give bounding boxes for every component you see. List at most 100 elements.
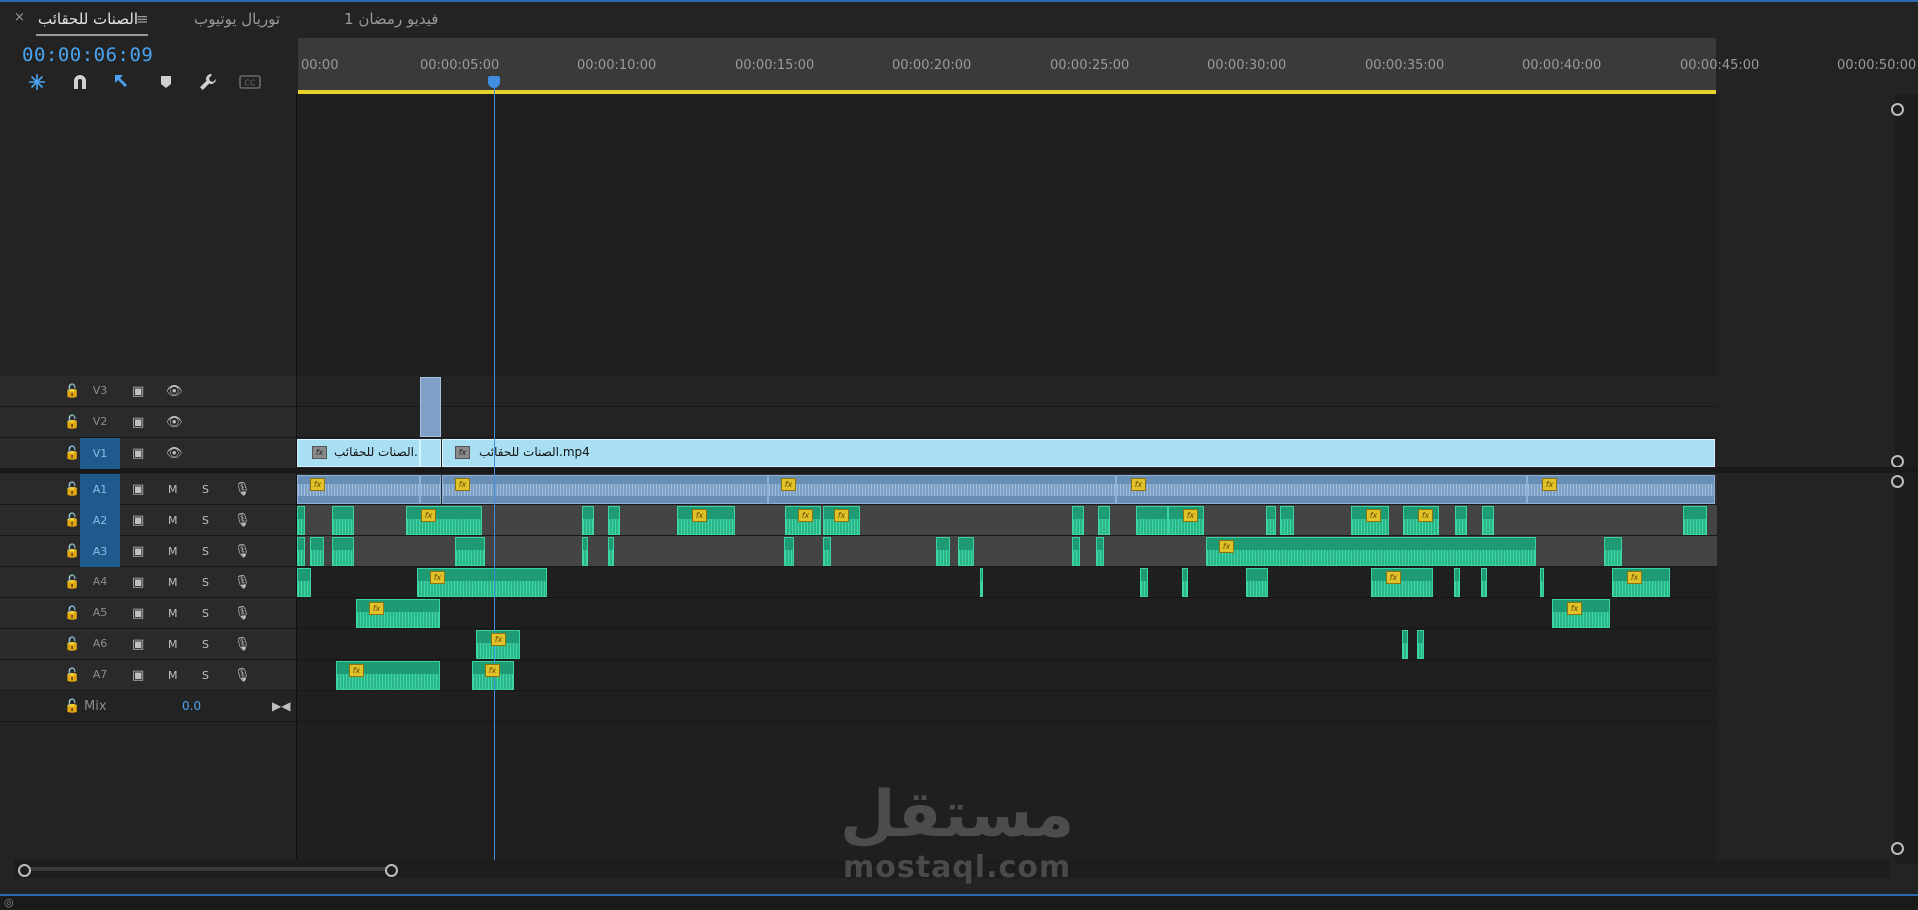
audio-clip[interactable] <box>608 506 620 535</box>
audio-clip[interactable] <box>582 506 594 535</box>
scroll-zoom-handle[interactable] <box>1891 103 1904 116</box>
eye-icon[interactable]: 👁 <box>166 407 183 438</box>
tab-sequence-3[interactable]: فيديو رمضان 1 <box>344 10 438 28</box>
solo-button[interactable]: S <box>202 629 209 660</box>
solo-button[interactable]: S <box>202 505 209 536</box>
microphone-icon[interactable]: 🎙 <box>234 474 251 505</box>
playhead-line[interactable] <box>494 80 495 862</box>
snap-icon[interactable] <box>69 72 91 92</box>
captions-icon[interactable]: CC <box>239 72 261 92</box>
audio-clip[interactable]: fx <box>823 506 860 535</box>
track-target-label[interactable]: A1 <box>80 474 120 505</box>
audio-clip[interactable] <box>1182 568 1188 597</box>
mute-button[interactable]: M <box>168 567 178 598</box>
microphone-icon[interactable]: 🎙 <box>234 567 251 598</box>
audio-clip[interactable]: fx <box>1403 506 1439 535</box>
mute-button[interactable]: M <box>168 474 178 505</box>
audio-clip[interactable] <box>1098 506 1110 535</box>
track-label[interactable]: V2 <box>80 413 120 431</box>
audio-clip[interactable] <box>1454 568 1460 597</box>
audio-clip[interactable] <box>297 568 311 597</box>
track-lane-v2[interactable] <box>297 407 1717 438</box>
audio-clip[interactable]: fx <box>1371 568 1433 597</box>
track-target-label[interactable]: A3 <box>80 536 120 567</box>
track-label[interactable]: A4 <box>80 573 120 591</box>
lock-icon[interactable]: 🔓 <box>64 376 80 407</box>
video-clip[interactable] <box>420 439 441 467</box>
microphone-icon[interactable]: 🎙 <box>234 505 251 536</box>
audio-clip[interactable]: fx <box>297 475 420 504</box>
scrollbar-thumb[interactable] <box>22 867 392 871</box>
mix-volume-value[interactable]: 0.0 <box>182 691 201 722</box>
mix-pan-icon[interactable]: ▶◀ <box>272 691 290 722</box>
ruler-work-area-background[interactable] <box>298 38 1716 92</box>
audio-clip[interactable] <box>608 537 614 566</box>
track-lane-mix[interactable] <box>297 691 1717 722</box>
audio-clip[interactable] <box>1455 506 1467 535</box>
audio-clip[interactable] <box>455 537 485 566</box>
track-target-label[interactable]: V1 <box>80 438 120 469</box>
audio-clip[interactable] <box>980 568 983 597</box>
track-lane-a2[interactable] <box>297 505 1717 536</box>
audio-clip[interactable]: fx <box>768 475 1116 504</box>
audio-clip[interactable]: fx <box>785 506 821 535</box>
audio-clip[interactable] <box>936 537 950 566</box>
audio-clip[interactable]: fx <box>1527 475 1715 504</box>
audio-clip[interactable]: fx <box>1612 568 1670 597</box>
microphone-icon[interactable]: 🎙 <box>234 536 251 567</box>
audio-clip[interactable]: fx <box>1206 537 1536 566</box>
zoom-handle-right[interactable] <box>385 864 398 877</box>
video-clip[interactable]: fx الصنات للحقائب. <box>297 439 420 467</box>
lock-icon[interactable]: 🔓 <box>64 536 80 567</box>
sync-lock-icon[interactable]: ▣ <box>132 536 144 567</box>
lock-icon[interactable]: 🔓 <box>64 598 80 629</box>
track-target-label[interactable]: A2 <box>80 505 120 536</box>
audio-clip[interactable]: fx <box>1552 599 1610 628</box>
nest-icon[interactable] <box>26 72 48 92</box>
audio-clip[interactable] <box>1266 506 1276 535</box>
audio-clip[interactable] <box>332 537 354 566</box>
audio-clip[interactable] <box>1481 568 1487 597</box>
lock-icon[interactable]: 🔓 <box>64 407 80 438</box>
playhead-handle[interactable] <box>488 76 500 88</box>
lock-icon[interactable]: 🔓 <box>64 474 80 505</box>
audio-clip[interactable]: fx <box>1116 475 1527 504</box>
empty-timeline-region[interactable] <box>1717 94 1895 864</box>
sync-lock-icon[interactable]: ▣ <box>132 660 144 691</box>
audio-clip[interactable] <box>1683 506 1707 535</box>
audio-clip[interactable] <box>1604 537 1622 566</box>
playhead-timecode[interactable]: 00:00:06:09 <box>22 44 153 66</box>
sync-lock-icon[interactable]: ▣ <box>132 598 144 629</box>
audio-clip[interactable] <box>1482 506 1494 535</box>
audio-clip[interactable] <box>1072 537 1080 566</box>
sync-lock-icon[interactable]: ▣ <box>132 407 144 438</box>
sync-lock-icon[interactable]: ▣ <box>132 376 144 407</box>
audio-clip[interactable] <box>958 537 974 566</box>
mute-button[interactable]: M <box>168 505 178 536</box>
audio-clip[interactable] <box>1096 537 1104 566</box>
audio-clip[interactable] <box>297 537 305 566</box>
lock-icon[interactable]: 🔓 <box>64 567 80 598</box>
sync-lock-icon[interactable]: ▣ <box>132 629 144 660</box>
scroll-zoom-handle[interactable] <box>1891 842 1904 855</box>
zoom-handle-left[interactable] <box>18 864 31 877</box>
render-status-icon[interactable]: ◎ <box>4 896 14 909</box>
tab-sequence-1[interactable]: الصنات للحقائب <box>38 10 138 28</box>
audio-clip[interactable]: fx <box>417 568 547 597</box>
solo-button[interactable]: S <box>202 474 209 505</box>
audio-clip[interactable]: fx <box>442 475 768 504</box>
audio-clip[interactable]: fx <box>406 506 482 535</box>
graphic-clip[interactable] <box>420 377 441 437</box>
audio-clip[interactable] <box>1140 568 1148 597</box>
audio-clip[interactable] <box>1136 506 1168 535</box>
linked-selection-icon[interactable] <box>111 72 133 92</box>
settings-wrench-icon[interactable] <box>197 72 219 92</box>
microphone-icon[interactable]: 🎙 <box>234 629 251 660</box>
sync-lock-icon[interactable]: ▣ <box>132 438 144 469</box>
sync-lock-icon[interactable]: ▣ <box>132 567 144 598</box>
audio-clip[interactable]: fx <box>476 630 520 659</box>
track-label[interactable]: A7 <box>80 666 120 684</box>
sync-lock-icon[interactable]: ▣ <box>132 474 144 505</box>
sync-lock-icon[interactable]: ▣ <box>132 505 144 536</box>
microphone-icon[interactable]: 🎙 <box>234 598 251 629</box>
